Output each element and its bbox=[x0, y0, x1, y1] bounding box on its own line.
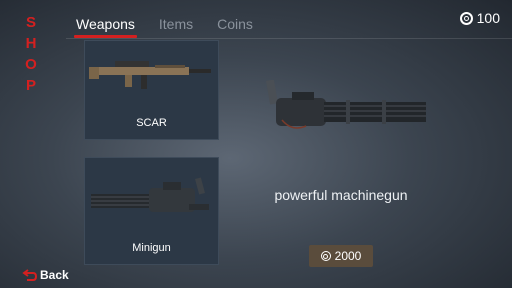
coin-amount: 100 bbox=[476, 10, 500, 26]
back-button[interactable]: Back bbox=[22, 268, 69, 282]
coin-icon bbox=[459, 11, 473, 25]
coin-icon bbox=[320, 251, 331, 261]
buy-button[interactable]: 2000 bbox=[309, 245, 373, 267]
tab-divider bbox=[66, 38, 512, 39]
shop-letter: H bbox=[25, 35, 37, 52]
shop-letter: S bbox=[25, 14, 36, 31]
back-label: Back bbox=[40, 268, 69, 282]
weapon-description: powerful machinegun bbox=[274, 187, 408, 203]
tab-coins[interactable]: Coins bbox=[217, 16, 253, 32]
shop-letter: P bbox=[25, 77, 36, 94]
weapon-card-scar[interactable]: SCAR bbox=[84, 40, 219, 140]
weapon-name: Minigun bbox=[132, 242, 171, 254]
shop-letter: O bbox=[25, 56, 37, 73]
shop-title: S H O P bbox=[24, 14, 38, 95]
selected-weapon-preview bbox=[265, 80, 426, 129]
tab-weapons[interactable]: Weapons bbox=[74, 16, 137, 38]
minigun-image bbox=[91, 177, 209, 212]
weapon-card-minigun[interactable]: Minigun bbox=[84, 157, 219, 265]
price-value: 2000 bbox=[334, 249, 362, 263]
back-arrow-icon bbox=[22, 269, 38, 281]
tab-items[interactable]: Items bbox=[159, 16, 193, 32]
coin-balance: 100 bbox=[459, 10, 500, 26]
weapon-name: SCAR bbox=[136, 117, 167, 129]
tab-bar: Weapons Items Coins bbox=[74, 16, 253, 38]
scar-rifle-image bbox=[89, 61, 211, 89]
